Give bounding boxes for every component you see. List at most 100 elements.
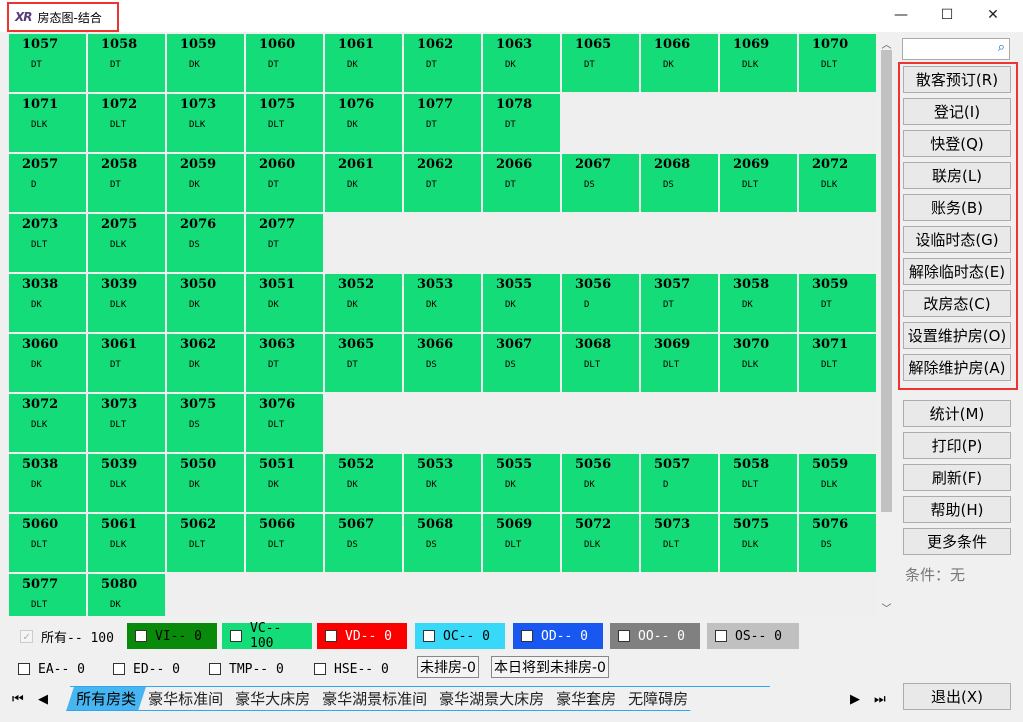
- room-tile[interactable]: 5055 DK: [483, 454, 560, 512]
- status-filter[interactable]: VD-- 0: [317, 623, 407, 649]
- room-tile[interactable]: 3052 DK: [325, 274, 402, 332]
- room-tile[interactable]: 3075 DS: [167, 394, 244, 452]
- action-button[interactable]: 账务(B): [903, 194, 1011, 221]
- room-tile[interactable]: 3061 DT: [88, 334, 165, 392]
- room-tile[interactable]: 5060 DLT: [9, 514, 86, 572]
- room-tile[interactable]: 2060 DT: [246, 154, 323, 212]
- room-tile[interactable]: 5038 DK: [9, 454, 86, 512]
- room-tile[interactable]: 3053 DK: [404, 274, 481, 332]
- room-tile[interactable]: 5053 DK: [404, 454, 481, 512]
- room-tile[interactable]: 1059 DK: [167, 34, 244, 92]
- room-tile[interactable]: 5069 DLT: [483, 514, 560, 572]
- room-tile[interactable]: 1075 DLT: [246, 94, 323, 152]
- room-tile[interactable]: 5058 DLT: [720, 454, 797, 512]
- tool-button[interactable]: 刷新(F): [903, 464, 1011, 491]
- status-filter[interactable]: TMP-- 0: [201, 656, 284, 682]
- room-tile[interactable]: 2067 DS: [562, 154, 639, 212]
- room-tile[interactable]: 5073 DLT: [641, 514, 718, 572]
- status-filter[interactable]: EA-- 0: [10, 656, 85, 682]
- room-type-tab[interactable]: 豪华湖景标准间: [312, 687, 437, 711]
- room-tile[interactable]: 5075 DLK: [720, 514, 797, 572]
- status-filter[interactable]: OO-- 0: [610, 623, 700, 649]
- room-tile[interactable]: 5077 DLT: [9, 574, 86, 616]
- room-tile[interactable]: 5068 DS: [404, 514, 481, 572]
- action-button[interactable]: 解除维护房(A): [903, 354, 1011, 381]
- room-tile[interactable]: 5052 DK: [325, 454, 402, 512]
- room-type-tab[interactable]: 所有房类: [66, 687, 146, 711]
- status-filter[interactable]: ED-- 0: [105, 656, 180, 682]
- next-page-icon[interactable]: ▶: [850, 692, 860, 707]
- scroll-down-icon[interactable]: ﹀: [881, 600, 892, 615]
- room-tile[interactable]: 5061 DLK: [88, 514, 165, 572]
- room-type-tab[interactable]: 无障碍房: [618, 687, 699, 711]
- room-tile[interactable]: 1062 DT: [404, 34, 481, 92]
- search-icon[interactable]: ⌕: [998, 40, 1005, 55]
- action-button[interactable]: 快登(Q): [903, 130, 1011, 157]
- tool-button[interactable]: 打印(P): [903, 432, 1011, 459]
- room-tile[interactable]: 5076 DS: [799, 514, 876, 572]
- status-filter[interactable]: HSE-- 0: [306, 656, 389, 682]
- action-button[interactable]: 登记(I): [903, 98, 1011, 125]
- room-tile[interactable]: 5080 DK: [88, 574, 165, 616]
- room-tile[interactable]: 2057 D: [9, 154, 86, 212]
- room-tile[interactable]: 1072 DLT: [88, 94, 165, 152]
- room-tile[interactable]: 3051 DK: [246, 274, 323, 332]
- last-page-icon[interactable]: ⏭: [874, 692, 886, 707]
- room-tile[interactable]: 5062 DLT: [167, 514, 244, 572]
- checkbox[interactable]: [314, 663, 326, 675]
- search-input[interactable]: ⌕: [902, 38, 1010, 60]
- checkbox[interactable]: [423, 630, 435, 642]
- status-filter[interactable]: OC-- 0: [415, 623, 505, 649]
- action-button[interactable]: 联房(L): [903, 162, 1011, 189]
- action-button[interactable]: 解除临时态(E): [903, 258, 1011, 285]
- room-tile[interactable]: 1073 DLK: [167, 94, 244, 152]
- room-type-tab[interactable]: 豪华大床房: [225, 687, 320, 711]
- vertical-scrollbar[interactable]: ︿ ﹀: [878, 34, 895, 616]
- room-tile[interactable]: 1069 DLK: [720, 34, 797, 92]
- room-tile[interactable]: 3072 DLK: [9, 394, 86, 452]
- action-button[interactable]: 散客预订(R): [903, 66, 1011, 93]
- unassigned-button[interactable]: 未排房-0: [417, 656, 479, 678]
- action-button[interactable]: 设临时态(G): [903, 226, 1011, 253]
- room-tile[interactable]: 5057 D: [641, 454, 718, 512]
- room-tile[interactable]: 3065 DT: [325, 334, 402, 392]
- room-tile[interactable]: 3039 DLK: [88, 274, 165, 332]
- room-tile[interactable]: 2075 DLK: [88, 214, 165, 272]
- action-button[interactable]: 设置维护房(O): [903, 322, 1011, 349]
- close-button[interactable]: ✕: [970, 0, 1016, 30]
- room-tile[interactable]: 1078 DT: [483, 94, 560, 152]
- room-tile[interactable]: 2059 DK: [167, 154, 244, 212]
- tool-button[interactable]: 帮助(H): [903, 496, 1011, 523]
- room-tile[interactable]: 3069 DLT: [641, 334, 718, 392]
- room-tile[interactable]: 2061 DK: [325, 154, 402, 212]
- room-tile[interactable]: 3060 DK: [9, 334, 86, 392]
- checkbox[interactable]: [135, 630, 147, 642]
- room-tile[interactable]: 3071 DLT: [799, 334, 876, 392]
- room-tile[interactable]: 3073 DLT: [88, 394, 165, 452]
- room-tile[interactable]: 2058 DT: [88, 154, 165, 212]
- room-tile[interactable]: 3066 DS: [404, 334, 481, 392]
- checkbox[interactable]: [618, 630, 630, 642]
- status-filter[interactable]: OS-- 0: [707, 623, 799, 649]
- room-tile[interactable]: 5039 DLK: [88, 454, 165, 512]
- room-type-tab[interactable]: 豪华湖景大床房: [429, 687, 554, 711]
- room-tile[interactable]: 5059 DLK: [799, 454, 876, 512]
- room-tile[interactable]: 5066 DLT: [246, 514, 323, 572]
- room-tile[interactable]: 2066 DT: [483, 154, 560, 212]
- checkbox[interactable]: ✓: [20, 629, 33, 643]
- minimize-button[interactable]: —: [878, 0, 924, 30]
- room-tile[interactable]: 3076 DLT: [246, 394, 323, 452]
- room-tile[interactable]: 1065 DT: [562, 34, 639, 92]
- room-tile[interactable]: 3055 DK: [483, 274, 560, 332]
- room-tile[interactable]: 3038 DK: [9, 274, 86, 332]
- room-tile[interactable]: 1076 DK: [325, 94, 402, 152]
- room-tile[interactable]: 2077 DT: [246, 214, 323, 272]
- room-tile[interactable]: 1057 DT: [9, 34, 86, 92]
- room-tile[interactable]: 3057 DT: [641, 274, 718, 332]
- room-tile[interactable]: 2069 DLT: [720, 154, 797, 212]
- room-type-tab[interactable]: 豪华套房: [546, 687, 626, 711]
- room-tile[interactable]: 2076 DS: [167, 214, 244, 272]
- exit-button[interactable]: 退出(X): [903, 683, 1011, 710]
- room-tile[interactable]: 3050 DK: [167, 274, 244, 332]
- checkbox[interactable]: [521, 630, 533, 642]
